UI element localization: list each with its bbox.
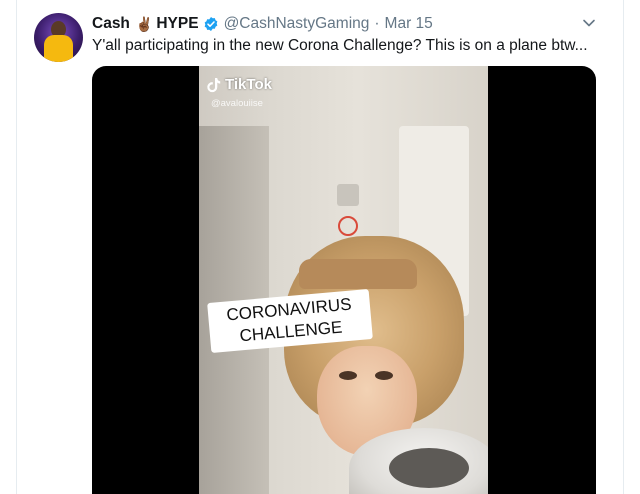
person-eye-left	[339, 371, 357, 380]
video-frame[interactable]: TikTok @avalouiise CORONAVIRUS CHALLENGE	[199, 66, 488, 494]
separator-dot: ·	[374, 15, 380, 32]
avatar-jersey	[44, 35, 73, 62]
user-handle[interactable]: @CashNastyGaming	[224, 15, 370, 33]
tiktok-username: @avalouiise	[211, 98, 263, 109]
tiktok-watermark: TikTok	[207, 76, 272, 93]
tweet-date[interactable]: Mar 15	[385, 15, 433, 33]
sunglasses	[299, 259, 417, 289]
peace-emoji: ✌🏾	[135, 15, 154, 32]
toilet-bowl	[389, 448, 469, 488]
tweet-header: Cash ✌🏾 HYPE @CashNastyGaming · Mar 15	[92, 14, 433, 34]
display-name-suffix[interactable]: HYPE	[156, 15, 198, 33]
chevron-down-icon[interactable]	[582, 16, 596, 30]
display-name[interactable]: Cash	[92, 15, 130, 33]
tiktok-brand: TikTok	[225, 76, 272, 93]
tiktok-username-text: @avalouiise	[211, 98, 263, 109]
tweet-text: Y'all participating in the new Corona Ch…	[92, 37, 588, 54]
lavatory-sign	[337, 184, 359, 206]
avatar[interactable]	[34, 13, 83, 62]
verified-badge-icon	[204, 17, 217, 31]
tiktok-logo-icon	[207, 77, 221, 92]
tweet-media[interactable]: TikTok @avalouiise CORONAVIRUS CHALLENGE	[92, 66, 596, 494]
no-smoking-sign-icon	[338, 216, 358, 236]
person-eye-right	[375, 371, 393, 380]
